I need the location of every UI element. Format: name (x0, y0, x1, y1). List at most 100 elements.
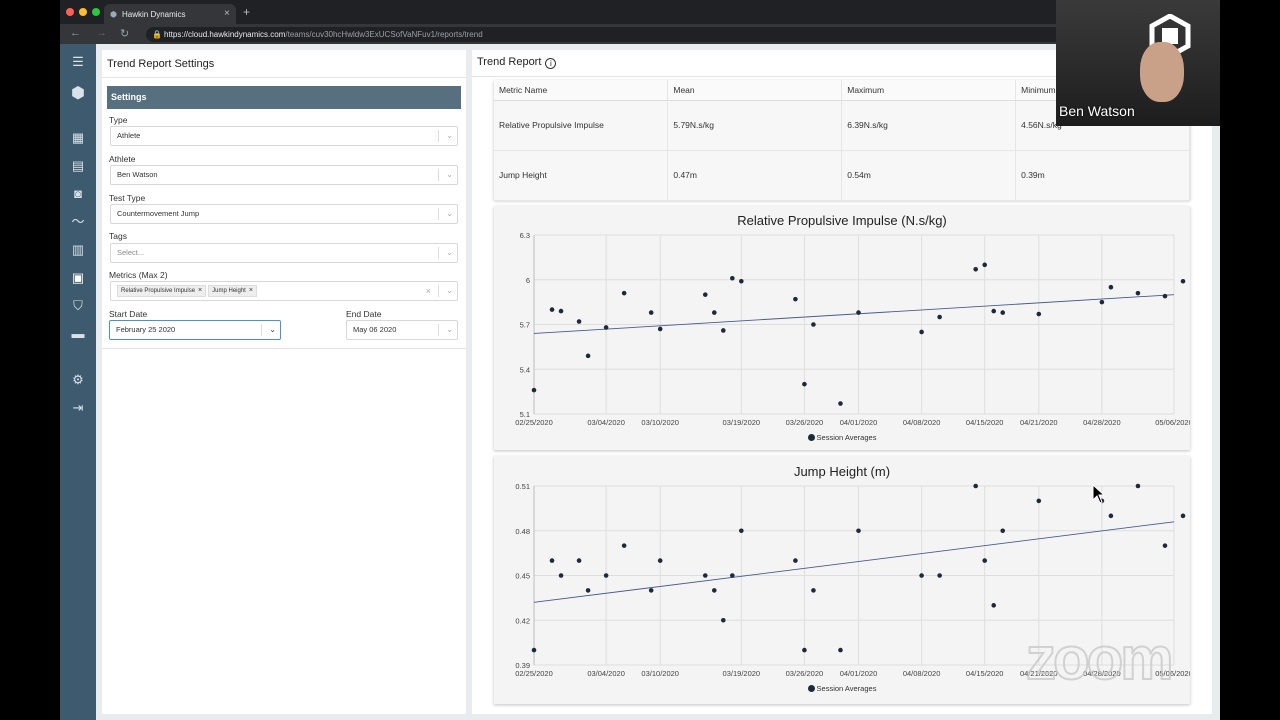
x-tick-label: 04/01/2020 (840, 669, 878, 678)
metric-chip-label: Jump Height (212, 288, 246, 295)
close-window-button[interactable] (66, 8, 74, 16)
data-point (720, 328, 726, 333)
chevron-down-icon: ⌄ (446, 286, 453, 295)
url-host: https://cloud.hawkindynamics.com (164, 30, 286, 39)
storage-icon[interactable]: ▬ (68, 326, 88, 342)
tags-select[interactable]: Select... ⌄ (110, 243, 458, 263)
data-point (549, 307, 555, 312)
remove-chip-icon[interactable]: × (198, 287, 202, 294)
url-field[interactable]: 🔒 https://cloud.hawkindynamics.com/teams… (146, 27, 1206, 42)
window-controls (66, 8, 100, 16)
x-tick-label: 03/19/2020 (723, 669, 761, 678)
bar-chart-icon[interactable]: ▥ (68, 242, 88, 258)
trend-line (533, 521, 1175, 603)
divider (438, 130, 439, 142)
address-bar: ← → ↻ 🔒 https://cloud.hawkindynamics.com… (60, 24, 1220, 44)
report-icon[interactable]: ▣ (68, 270, 88, 286)
data-point (793, 296, 798, 302)
participant-face (1140, 42, 1184, 102)
data-point (973, 483, 978, 489)
legend-label: Session Averages (816, 684, 877, 693)
x-tick-label: 03/26/2020 (786, 418, 824, 427)
data-point (919, 329, 924, 335)
new-tab-icon[interactable]: + (243, 5, 250, 19)
x-tick-label: 03/04/2020 (587, 669, 625, 678)
data-point (1180, 513, 1186, 519)
data-point (648, 588, 654, 593)
gear-icon[interactable]: ⚙ (68, 372, 88, 388)
trend-icon[interactable]: 〜 (68, 214, 88, 230)
divider (438, 169, 439, 181)
hawkin-logo-icon[interactable]: ⬢ (68, 86, 88, 102)
data-point (856, 528, 861, 534)
screen: ⬢ Hawkin Dynamics × + ← → ↻ 🔒 https://cl… (60, 0, 1220, 720)
legend-marker (807, 685, 815, 692)
table-cell: 0.39m (1015, 150, 1190, 201)
data-point (802, 647, 807, 653)
x-tick-label: 04/15/2020 (966, 418, 1004, 427)
data-point (711, 310, 717, 315)
maximize-window-button[interactable] (92, 8, 100, 16)
browser-tab[interactable]: ⬢ Hawkin Dynamics (104, 4, 236, 24)
chevron-down-icon: ⌄ (446, 170, 453, 179)
test-type-label: Test Type (109, 193, 146, 203)
y-tick-label: 0.48 (515, 527, 530, 536)
menu-icon[interactable]: ☰ (68, 54, 88, 70)
info-icon[interactable]: i (545, 58, 557, 69)
data-point (657, 326, 663, 332)
minimize-window-button[interactable] (79, 8, 87, 16)
metric-chip-label: Relative Propulsive Impulse (121, 288, 196, 295)
data-point (1108, 513, 1114, 519)
data-point (937, 314, 942, 320)
remove-chip-icon[interactable]: × (249, 287, 253, 294)
data-point (1180, 278, 1186, 284)
divider (438, 247, 439, 259)
back-icon[interactable]: ← (70, 27, 81, 39)
column-header: Metric Name (494, 80, 669, 101)
data-point (739, 278, 744, 284)
trend-report-settings-panel: Trend Report Settings Settings Type Athl… (102, 50, 466, 714)
data-point (973, 267, 978, 272)
divider (102, 348, 466, 349)
data-point (558, 573, 564, 578)
data-point (531, 387, 537, 393)
data-point (657, 558, 663, 563)
table-cell: 5.79N.s/kg (667, 100, 843, 151)
test-type-select[interactable]: Countermovement Jump ⌄ (110, 204, 458, 224)
dashboard-icon[interactable]: ▤ (68, 158, 88, 174)
reload-icon[interactable]: ↻ (120, 27, 129, 40)
data-point (991, 603, 997, 608)
start-date-select[interactable]: February 25 2020 ⌄ (109, 320, 281, 340)
end-date-select[interactable]: May 06 2020 ⌄ (346, 320, 458, 340)
data-point (576, 558, 582, 563)
chevron-down-icon: ⌄ (269, 325, 276, 334)
data-point (702, 292, 708, 297)
metrics-multiselect[interactable]: Relative Propulsive Impulse × Jump Height ×… (110, 281, 458, 301)
participant-video: Ben Watson (1056, 0, 1220, 126)
grid-icon[interactable]: ▦ (68, 130, 88, 146)
athlete-profile-icon[interactable]: ◙ (68, 186, 88, 202)
chart-svg: 5.15.45.766.302/25/2020 03/04/2020 03/10/2… (515, 231, 1190, 427)
data-point (603, 573, 609, 578)
athlete-select[interactable]: Ben Watson ⌄ (110, 165, 458, 185)
logout-icon[interactable]: ⇥ (68, 400, 88, 416)
x-tick-label: 05/06/2020 (1155, 418, 1190, 427)
x-tick-label: 04/08/2020 (903, 669, 941, 678)
athlete-label: Athlete (109, 154, 136, 164)
data-point (1000, 310, 1006, 315)
table-cell: 6.39N.s/kg (841, 100, 1017, 151)
close-tab-icon[interactable]: × (224, 8, 230, 19)
data-point (576, 319, 582, 324)
metric-chip: Jump Height × (208, 285, 257, 298)
table-cell: Jump Height (494, 150, 669, 201)
type-select[interactable]: Athlete ⌄ (110, 126, 458, 146)
data-point (1036, 498, 1042, 504)
data-point (720, 617, 726, 623)
metrics-label: Metrics (Max 2) (109, 270, 168, 280)
forward-icon[interactable]: → (96, 27, 107, 39)
zoom-watermark: zoom (1025, 624, 1175, 693)
divider (102, 77, 466, 78)
clear-all-icon[interactable]: × (426, 282, 431, 300)
athlete-value: Ben Watson (117, 170, 158, 179)
shield-icon[interactable]: ⛉ (68, 298, 88, 314)
